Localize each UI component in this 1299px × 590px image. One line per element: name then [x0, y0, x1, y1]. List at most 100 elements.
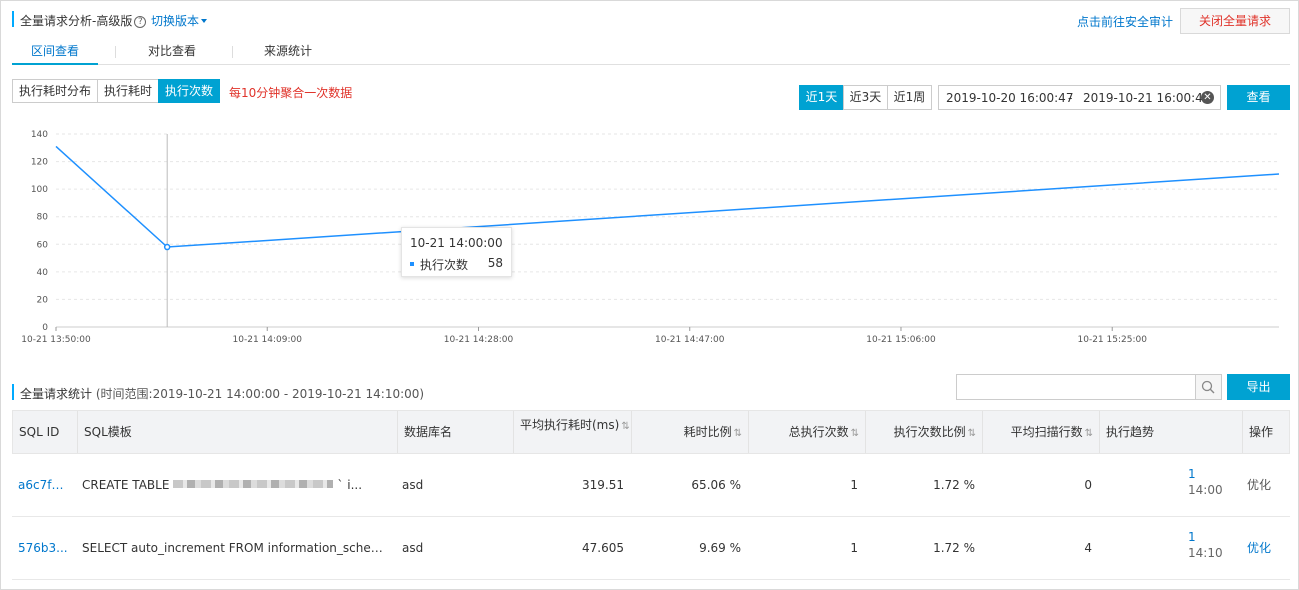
- x-tick-label: 10-21 13:50:00: [21, 335, 91, 345]
- db-name: asd: [402, 478, 424, 492]
- col-total-count-label: 总执行次数: [788, 425, 849, 439]
- tooltip-title: 10-21 14:00:00: [410, 236, 503, 250]
- y-tick-label: 80: [37, 213, 49, 223]
- sql-id-link[interactable]: 576b3...: [12, 517, 76, 579]
- optimize-button[interactable]: 优化: [1241, 517, 1290, 579]
- range-1-day-button[interactable]: 近1天: [799, 85, 844, 110]
- security-audit-link[interactable]: 点击前往安全审计: [1077, 13, 1173, 30]
- count-ratio: 1.72 %: [933, 478, 975, 492]
- col-sql-id[interactable]: SQL ID: [13, 411, 77, 453]
- col-count-ratio[interactable]: 执行次数比例 ⇅: [865, 411, 982, 453]
- date-range-picker[interactable]: 2019-10-20 16:00:47 - 2019-10-21 16:00:4…: [938, 85, 1221, 110]
- stats-title-text: 全量请求统计: [20, 387, 93, 401]
- title-accent-bar: [12, 11, 14, 27]
- toggle-duration[interactable]: 执行耗时: [97, 79, 159, 103]
- range-end: 2019-10-21 16:00:47: [1083, 91, 1211, 105]
- toggle-duration-distribution[interactable]: 执行耗时分布: [12, 79, 98, 103]
- y-tick-label: 140: [31, 130, 48, 140]
- clear-icon[interactable]: ✕: [1201, 91, 1214, 104]
- total-count: 1: [850, 478, 858, 492]
- x-tick-label: 10-21 14:09:00: [233, 335, 303, 345]
- sql-template: CREATE TABLE ` i...: [76, 454, 396, 516]
- sort-icon[interactable]: ⇅: [968, 428, 976, 439]
- count-ratio: 1.72 %: [933, 541, 975, 555]
- x-tick-label: 10-21 14:47:00: [655, 335, 725, 345]
- time-ratio: 9.69 %: [699, 541, 741, 555]
- col-total-count[interactable]: 总执行次数 ⇅: [748, 411, 865, 453]
- y-tick-label: 120: [31, 158, 48, 168]
- y-tick-label: 100: [31, 185, 48, 195]
- trend-time: 14:10: [1188, 546, 1223, 560]
- avg-scan: 0: [1084, 478, 1092, 492]
- trend-time: 14:00: [1188, 483, 1223, 497]
- sql-template: SELECT auto_increment FROM information_s…: [82, 541, 396, 555]
- stats-section-title: 全量请求统计 (时间范围:2019-10-21 14:00:00 - 2019-…: [20, 385, 424, 402]
- data-point-highlight: [163, 243, 171, 251]
- col-trend: 执行趋势: [1099, 411, 1242, 453]
- query-button[interactable]: 查看: [1227, 85, 1290, 110]
- trend-count: 1: [1188, 467, 1196, 481]
- col-time-ratio[interactable]: 耗时比例 ⇅: [631, 411, 748, 453]
- sort-icon[interactable]: ⇅: [851, 428, 859, 439]
- tab-divider: [115, 46, 116, 58]
- col-avg-scan[interactable]: 平均扫描行数 ⇅: [982, 411, 1099, 453]
- close-full-request-button[interactable]: 关闭全量请求: [1180, 8, 1290, 34]
- series-marker-icon: [410, 262, 414, 266]
- avg-scan: 4: [1084, 541, 1092, 555]
- range-start: 2019-10-20 16:00:47: [946, 91, 1074, 105]
- table-row: 576b3... SELECT auto_increment FROM info…: [12, 517, 1290, 580]
- col-sql-template: SQL模板: [77, 411, 397, 453]
- aggregation-note: 每10分钟聚合一次数据: [229, 86, 353, 100]
- sql-template-suffix: ` i...: [337, 478, 363, 492]
- total-count: 1: [850, 541, 858, 555]
- sort-icon[interactable]: ⇅: [621, 421, 629, 432]
- y-tick-label: 40: [37, 268, 49, 278]
- exec-count-chart: 0 20 40 60 80 100 120 140 10-21 13:50:00 10-21 14…: [0, 118, 1299, 358]
- help-icon[interactable]: ?: [134, 16, 147, 28]
- tab-source-stats[interactable]: 来源统计: [246, 42, 330, 65]
- y-tick-label: 20: [37, 295, 49, 305]
- tab-divider: [232, 46, 233, 58]
- trend-count: 1: [1188, 530, 1196, 544]
- col-avg-time[interactable]: 平均执行耗时(ms) ⇅: [513, 411, 631, 453]
- y-tick-label: 0: [42, 323, 48, 333]
- col-avg-time-label: 平均执行耗时(ms): [520, 418, 620, 432]
- chart-svg: 0 20 40 60 80 100 120 140 10-21 13:50:00 10-21 14…: [21, 130, 1280, 345]
- tooltip-row: 执行次数 58: [410, 256, 503, 272]
- x-tick-label: 10-21 15:06:00: [866, 335, 936, 345]
- avg-time: 47.605: [582, 541, 624, 555]
- toggle-exec-count[interactable]: 执行次数: [158, 79, 220, 103]
- time-ratio: 65.06 %: [691, 478, 741, 492]
- tab-compare-view[interactable]: 对比查看: [130, 42, 214, 65]
- search-button[interactable]: [1195, 374, 1222, 400]
- trend-sparkline[interactable]: 1 14:00: [1188, 466, 1223, 498]
- db-name: asd: [402, 541, 424, 555]
- redacted-text: [173, 480, 334, 488]
- tab-bar: 区间查看 对比查看 来源统计: [12, 42, 1290, 65]
- page-title-text: 全量请求分析-高级版: [20, 14, 133, 28]
- search-input[interactable]: [956, 374, 1222, 400]
- sql-template-text: CREATE TABLE: [82, 478, 170, 492]
- table-header: SQL ID SQL模板 数据库名 平均执行耗时(ms) ⇅ 耗时比例 ⇅ 总执行次…: [12, 410, 1290, 454]
- range-3-days-button[interactable]: 近3天: [843, 85, 888, 110]
- x-tick-label: 10-21 15:25:00: [1078, 335, 1148, 345]
- avg-time: 319.51: [582, 478, 624, 492]
- switch-version-link[interactable]: 切换版本: [151, 12, 208, 29]
- page-title: 全量请求分析-高级版?: [20, 12, 147, 29]
- tooltip-value: 58: [487, 256, 503, 270]
- col-time-ratio-label: 耗时比例: [683, 425, 732, 439]
- switch-version-label: 切换版本: [151, 14, 200, 28]
- trend-sparkline[interactable]: 1 14:10: [1188, 529, 1223, 561]
- export-button[interactable]: 导出: [1227, 374, 1290, 400]
- sort-icon[interactable]: ⇅: [734, 428, 742, 439]
- range-1-week-button[interactable]: 近1周: [887, 85, 932, 110]
- tooltip-series-name: 执行次数: [420, 258, 469, 272]
- sort-icon[interactable]: ⇅: [1085, 428, 1093, 439]
- optimize-button[interactable]: 优化: [1241, 454, 1290, 516]
- sql-id-link[interactable]: a6c7f9...: [12, 454, 76, 516]
- tab-range-view[interactable]: 区间查看: [12, 42, 98, 65]
- col-action: 操作: [1242, 411, 1291, 453]
- x-tick-label: 10-21 14:28:00: [444, 335, 514, 345]
- chart-tooltip: 10-21 14:00:00 执行次数 58: [401, 227, 512, 277]
- col-count-ratio-label: 执行次数比例: [893, 425, 966, 439]
